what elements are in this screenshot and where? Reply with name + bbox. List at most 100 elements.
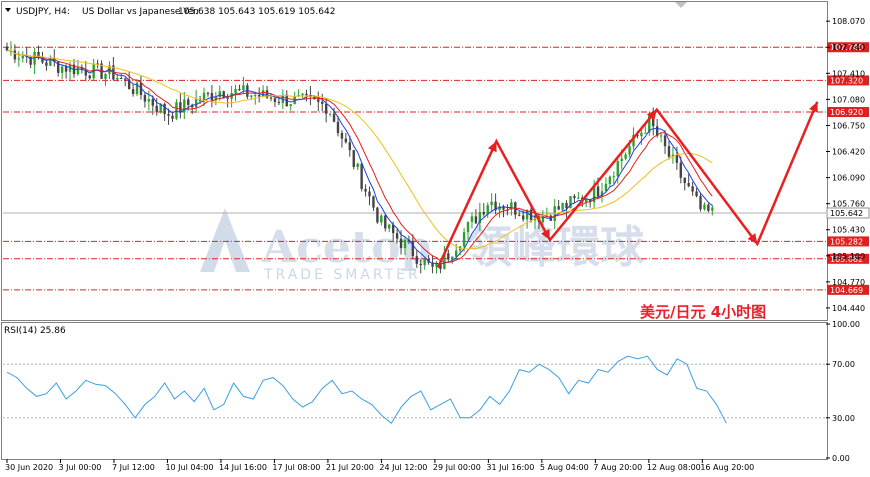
candle-body (45, 62, 48, 66)
watermark-tagline: TRADE SMARTER (263, 267, 421, 283)
candle-body (321, 101, 324, 104)
candle-body (683, 177, 686, 184)
time-tick-label: 29 Jul 00:00 (433, 463, 481, 472)
time-tick-label: 5 Aug 04:00 (540, 463, 589, 472)
time-tick-label: 7 Jul 12:00 (112, 463, 155, 472)
candle-body (687, 183, 690, 187)
chart-caption: 美元/日元 4小时图 (640, 303, 766, 321)
candle-body (88, 75, 91, 79)
time-tick-label: 21 Jul 20:00 (326, 463, 374, 472)
candle-body (60, 66, 64, 73)
candle-body (711, 207, 714, 211)
price-axis: 108.070 107.740 107.410 107.080 106.750 106.4… (826, 17, 865, 313)
candle-body (348, 142, 352, 151)
candle-body (462, 232, 466, 247)
candle-body (415, 256, 419, 264)
current-price-label: 105.642 (830, 209, 863, 218)
candle-body (301, 93, 304, 96)
time-tick-label: 14 Jul 16:00 (219, 463, 267, 472)
candle-body (167, 114, 170, 116)
candle-body (675, 154, 679, 163)
candle-body (147, 99, 151, 102)
candle-body (640, 132, 643, 137)
symbol-dropdown-icon[interactable] (5, 8, 11, 12)
candle-body (561, 202, 564, 210)
chart-symbol: USDJPY, H4: (16, 7, 70, 17)
candle-body (695, 191, 698, 197)
candle-body (332, 113, 336, 122)
candle-body (21, 56, 24, 59)
candle-body (226, 97, 229, 99)
scroll-marker[interactable] (675, 2, 687, 8)
candle-body (624, 154, 627, 159)
price-tick-label: 107.080 (832, 95, 865, 104)
price-tick-label: 107.740 (832, 43, 865, 52)
candle-body (360, 163, 363, 189)
candle-body (565, 202, 568, 209)
candle-body (388, 224, 391, 229)
candle-body (577, 197, 580, 199)
candle-body (194, 99, 198, 108)
price-tick-label: 106.090 (832, 174, 865, 183)
candle-body (573, 196, 576, 199)
watermark: Acetop 領峰環球 TRADE SMARTER (200, 208, 645, 283)
candle-body (64, 66, 68, 72)
candle-body (518, 214, 521, 216)
candle-body (179, 102, 182, 113)
price-tick-label: 106.750 (832, 121, 865, 130)
time-tick-label: 7 Aug 20:00 (593, 463, 642, 472)
rsi-tick-label: 100.00 (832, 320, 860, 329)
candle-body (234, 88, 237, 93)
price-tick-label: 107.410 (832, 69, 865, 78)
candle-body (667, 146, 671, 157)
candle-body (616, 161, 619, 177)
candle-body (344, 138, 348, 143)
candle-body (679, 162, 683, 178)
candle-body (521, 215, 525, 220)
candle-body (466, 221, 470, 233)
candle-body (171, 115, 174, 119)
candle-body (120, 77, 123, 79)
price-tick-label: 105.760 (832, 200, 865, 209)
candle-body (368, 191, 371, 197)
candle-body (470, 216, 474, 222)
candle-body (17, 58, 21, 60)
time-tick-label: 12 Aug 08:00 (647, 463, 701, 472)
candle-body (474, 216, 478, 224)
candle-body (490, 201, 493, 206)
candle-body (364, 188, 367, 192)
candle-body (340, 132, 344, 139)
price-tick-label: 108.070 (832, 17, 865, 26)
candle-body (33, 51, 36, 65)
candle-body (257, 95, 261, 97)
candle-body (659, 135, 663, 137)
rsi-tick-label: 0.00 (832, 454, 850, 463)
candle-body (455, 250, 458, 257)
candle-body (206, 92, 210, 94)
candle-body (380, 215, 383, 223)
watermark-logo-icon (200, 208, 250, 272)
time-tick-label: 16 Aug 20:00 (700, 463, 754, 472)
candle-body (250, 95, 253, 97)
candle-body (202, 92, 206, 101)
level-price-label: 104.669 (830, 286, 863, 295)
candle-body (305, 93, 308, 96)
candle-body (124, 78, 127, 80)
chart-canvas: Acetop 領峰環球 TRADE SMARTER 107.740107.320… (1, 1, 870, 472)
time-tick-label: 10 Jul 04:00 (165, 463, 213, 472)
candle-body (557, 206, 560, 210)
candle-body (372, 196, 375, 208)
candle-body (13, 50, 17, 60)
candle-body (29, 56, 32, 65)
time-tick-label: 31 Jul 16:00 (486, 463, 534, 472)
candle-body (691, 186, 694, 192)
candle-body (116, 77, 119, 80)
candle-body (289, 104, 292, 107)
candle-body (269, 97, 273, 99)
candle-body (707, 204, 710, 211)
candle-body (644, 132, 647, 134)
candle-body (612, 176, 616, 178)
candle-body (596, 186, 600, 197)
candle-body (273, 98, 277, 102)
candle-body (104, 73, 107, 79)
